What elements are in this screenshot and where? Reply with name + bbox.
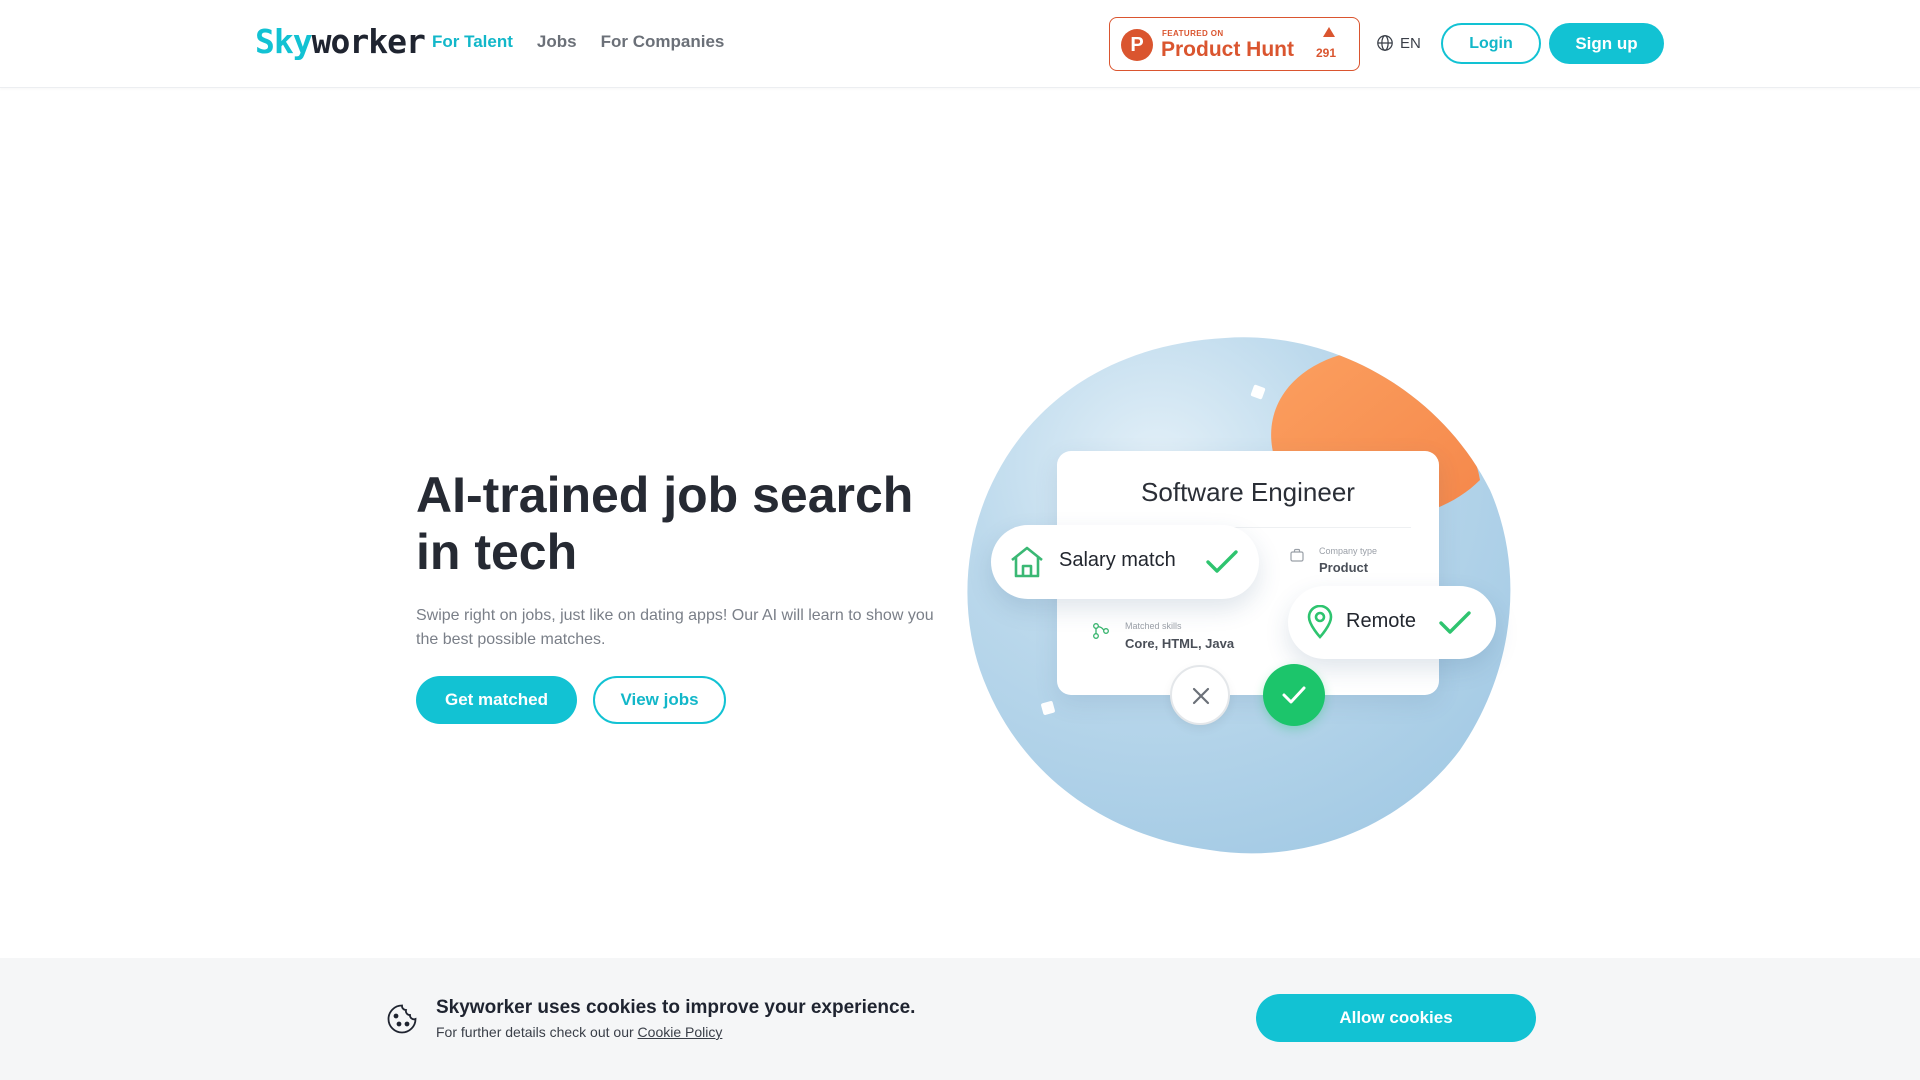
- close-icon: [1192, 687, 1210, 705]
- company-type-value: Product: [1319, 560, 1369, 575]
- location-pin-icon: [1307, 605, 1333, 639]
- cookie-title: Skyworker uses cookies to improve your e…: [436, 997, 916, 1018]
- salary-match-label: Salary match: [1059, 549, 1176, 571]
- main-nav: For Talent Jobs For Companies: [432, 32, 724, 52]
- product-hunt-icon: P: [1121, 29, 1153, 61]
- upvote-arrow-icon: [1323, 27, 1335, 37]
- cookie-text: For further details check out our Cookie…: [436, 1024, 723, 1040]
- matched-skills-value: Core, HTML, Java: [1125, 636, 1235, 651]
- job-title: Software Engineer: [1141, 477, 1355, 507]
- skyworker-logo[interactable]: Skyworker: [255, 24, 426, 60]
- briefcase-icon: [1290, 548, 1304, 562]
- company-type-label: Company type: [1319, 546, 1378, 556]
- check-icon: [1282, 686, 1306, 704]
- remote-pill: Remote: [1288, 586, 1496, 659]
- salary-match-pill: Salary match: [991, 525, 1259, 599]
- nav-for-talent[interactable]: For Talent: [432, 32, 513, 52]
- matched-skills-label: Matched skills: [1125, 621, 1182, 631]
- nav-for-companies[interactable]: For Companies: [601, 32, 725, 52]
- product-hunt-badge[interactable]: P FEATURED ON Product Hunt 291: [1109, 17, 1360, 71]
- language-label: EN: [1400, 34, 1421, 52]
- signup-button[interactable]: Sign up: [1549, 23, 1664, 64]
- upvote-count: 291: [1316, 46, 1337, 60]
- accept-button[interactable]: [1263, 664, 1325, 726]
- view-jobs-button[interactable]: View jobs: [593, 676, 726, 724]
- cookie-policy-link[interactable]: Cookie Policy: [638, 1024, 723, 1040]
- product-hunt-featured: FEATURED ON: [1162, 29, 1224, 38]
- allow-cookies-button[interactable]: Allow cookies: [1256, 994, 1536, 1042]
- skills-icon: [1093, 623, 1109, 639]
- product-hunt-name: Product Hunt: [1161, 38, 1294, 61]
- check-icon: [1206, 550, 1238, 573]
- login-button[interactable]: Login: [1441, 23, 1541, 64]
- cookie-banner: [0, 958, 1920, 1080]
- reject-button[interactable]: [1170, 665, 1230, 725]
- language-selector[interactable]: EN: [1376, 34, 1421, 52]
- site-header: Skyworker For Talent Jobs For Companies …: [0, 0, 1920, 88]
- remote-label: Remote: [1346, 610, 1417, 632]
- home-icon: [1011, 546, 1043, 578]
- get-matched-button[interactable]: Get matched: [416, 676, 577, 724]
- globe-icon: [1377, 35, 1393, 51]
- nav-jobs[interactable]: Jobs: [537, 32, 577, 52]
- check-icon: [1439, 611, 1471, 634]
- hero-subtitle: Swipe right on jobs, just like on dating…: [416, 607, 934, 648]
- cookie-icon: [387, 1004, 417, 1034]
- hero-title: AI-trained job search in tech: [416, 467, 914, 580]
